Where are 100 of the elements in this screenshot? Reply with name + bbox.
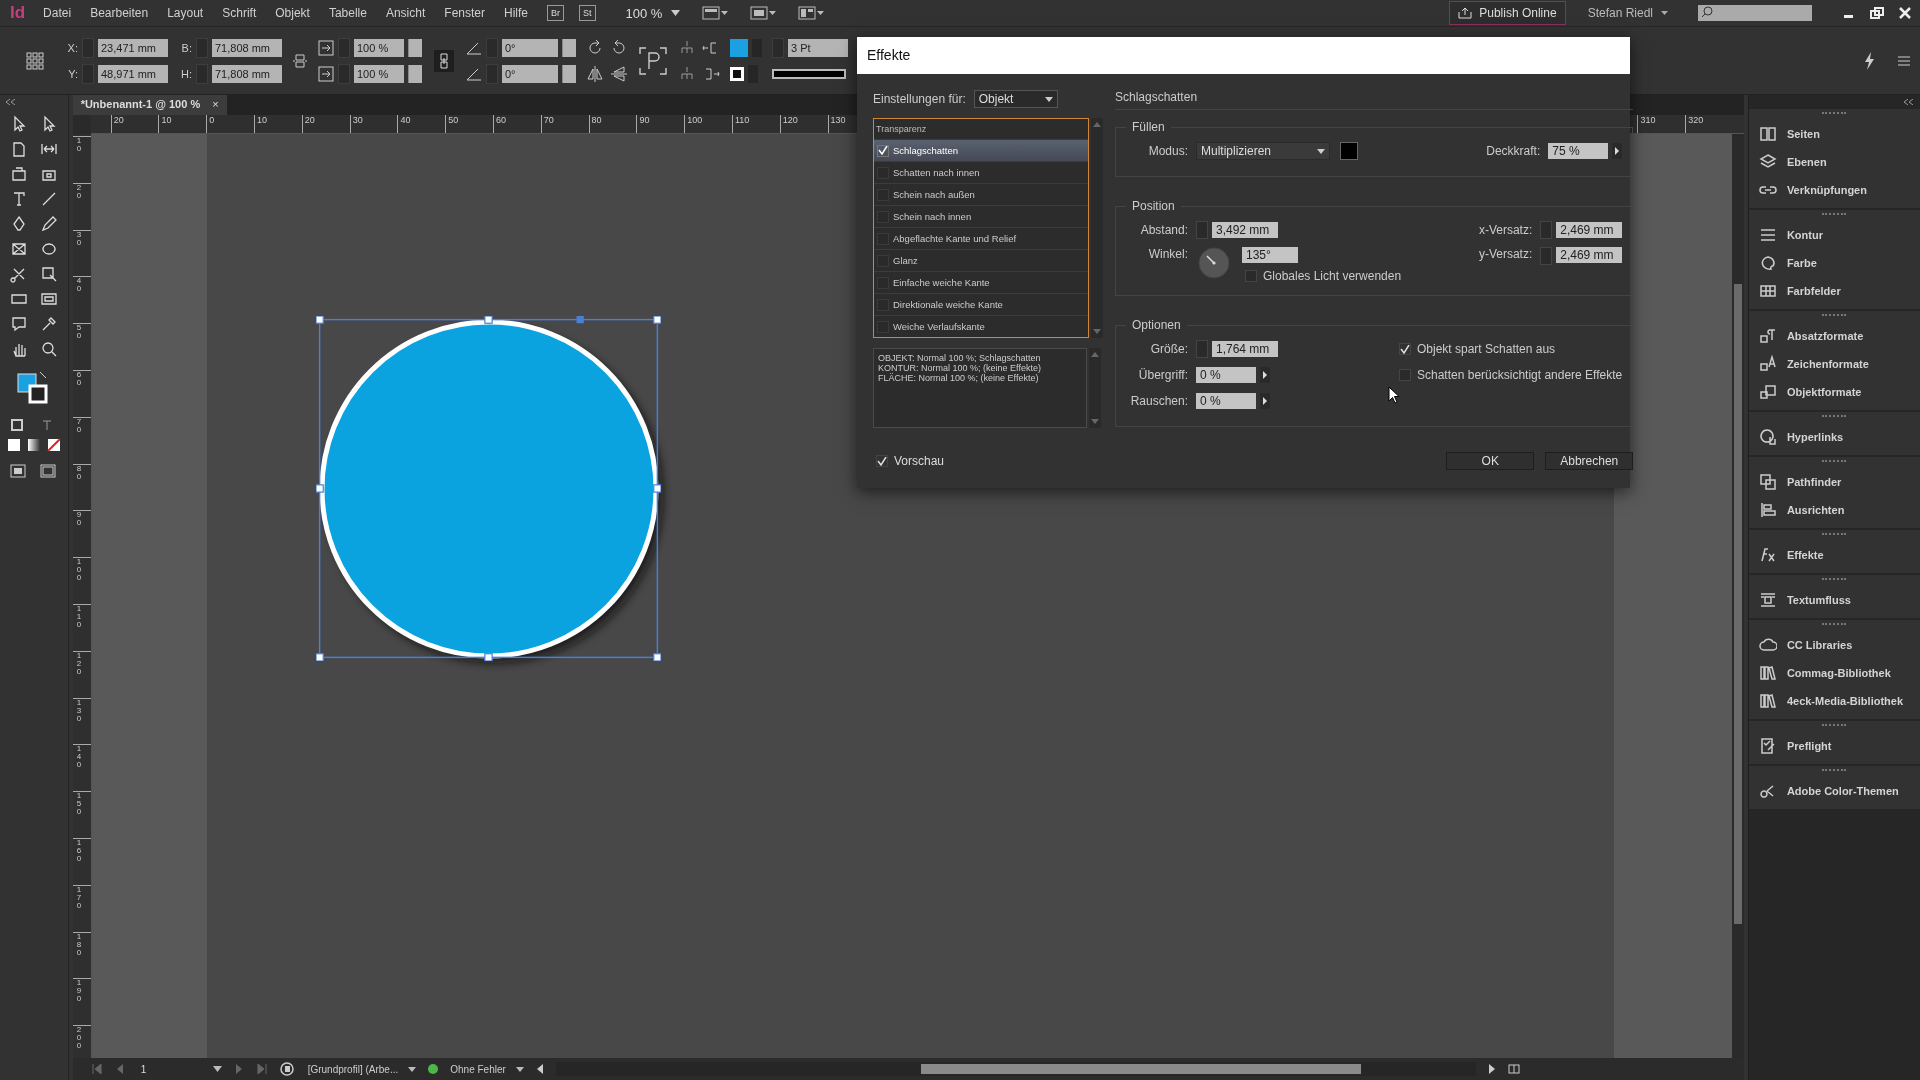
checkbox[interactable] [877, 144, 889, 157]
formatting-container-icon[interactable] [9, 418, 24, 432]
summary-scrollbar[interactable] [1089, 348, 1101, 428]
panel-item[interactable]: Zeichenformate [1748, 350, 1920, 378]
noise-field[interactable]: 0 % [1196, 393, 1256, 409]
preflight-status-menu[interactable]: Ohne Fehler [450, 1063, 524, 1075]
panel-item[interactable]: Absatzformate [1748, 322, 1920, 350]
menu-item[interactable]: Hilfe [504, 6, 528, 20]
position-field[interactable]: 48,971 mm [98, 64, 168, 83]
first-page-icon[interactable] [90, 1064, 103, 1074]
arrange-documents-icon[interactable] [798, 6, 825, 20]
zoom-tool-icon[interactable] [39, 340, 58, 358]
menu-item[interactable]: Tabelle [328, 6, 367, 20]
global-light-checkbox[interactable]: Globales Licht verwenden [1242, 269, 1402, 283]
split-window-icon[interactable] [1507, 1064, 1520, 1074]
lightning-icon[interactable] [1862, 50, 1876, 71]
menu-item[interactable]: Datei [43, 6, 72, 20]
size-field[interactable]: 71,808 mm [212, 38, 282, 57]
effect-item[interactable]: Einfache weiche Kante [874, 271, 1088, 293]
collapse-icon[interactable] [1904, 99, 1914, 105]
effect-item[interactable]: Schatten nach innen [874, 161, 1088, 183]
position-field[interactable]: 23,471 mm [98, 38, 168, 57]
document-tab[interactable]: *Unbenannt-1 @ 100 % × [72, 95, 227, 115]
list-scrollbar[interactable] [1091, 118, 1103, 338]
angle-field[interactable]: 135° [1242, 247, 1298, 263]
y-offset-field[interactable]: 2,469 mm [1556, 247, 1623, 263]
panel-item[interactable]: CC Libraries [1748, 631, 1920, 659]
panel-item[interactable]: Verknüpfungen [1748, 176, 1920, 204]
effect-item[interactable]: Weiche Verlaufskante [874, 315, 1088, 337]
flip-vertical-icon[interactable] [610, 64, 628, 83]
panel-item[interactable]: Pathfinder [1748, 468, 1920, 496]
normal-view-icon[interactable] [9, 464, 26, 478]
fill-swatch[interactable] [730, 38, 748, 57]
scroll-right-icon[interactable] [1487, 1064, 1496, 1074]
shadow-color-swatch[interactable] [1340, 142, 1358, 160]
effect-item[interactable]: Schlagschatten [874, 139, 1088, 161]
user-menu[interactable]: Stefan Riedl [1587, 6, 1668, 20]
next-page-icon[interactable] [233, 1064, 244, 1074]
close-icon[interactable] [1898, 7, 1912, 19]
stroke-weight-field[interactable]: 3 Pt [788, 38, 848, 57]
screen-mode-icon[interactable] [750, 6, 777, 20]
dropdown-arrow-icon[interactable] [212, 1066, 222, 1072]
option-checkbox[interactable]: Schatten berücksichtigt andere Effekte [1396, 362, 1623, 388]
free-transform-icon[interactable] [39, 265, 58, 283]
scale-field[interactable]: 100 % [354, 64, 404, 83]
chain-link-icon[interactable] [434, 49, 454, 72]
x-offset-field[interactable]: 2,469 mm [1556, 222, 1623, 238]
document-open-icon[interactable] [279, 1062, 296, 1076]
apply-none-icon[interactable] [46, 438, 61, 452]
menu-icon[interactable] [1898, 55, 1910, 66]
publish-online-button[interactable]: Publish Online [1449, 1, 1566, 25]
angle-dial[interactable] [1198, 247, 1230, 279]
menu-item[interactable]: Schrift [222, 6, 257, 20]
horizontal-scrollbar[interactable] [555, 1062, 1476, 1076]
panel-item[interactable]: Ebenen [1748, 148, 1920, 176]
gradient-feather-icon[interactable] [39, 290, 58, 308]
preview-checkbox[interactable]: Vorschau [873, 454, 945, 468]
pencil-tool-icon[interactable] [39, 215, 58, 233]
ellipse-tool-icon[interactable] [39, 240, 58, 258]
panel-item[interactable]: Seiten [1748, 120, 1920, 148]
opacity-field[interactable]: 75 % [1548, 143, 1609, 159]
content-collector-icon[interactable] [9, 165, 28, 183]
rotate-clockwise-icon[interactable] [586, 38, 604, 57]
menu-item[interactable]: Ansicht [385, 6, 426, 20]
panel-item[interactable]: Objektformate [1748, 378, 1920, 406]
effect-item[interactable]: Schein nach innen [874, 205, 1088, 227]
panel-item[interactable]: Commag-Bibliothek [1748, 659, 1920, 687]
collapse-icon[interactable] [6, 99, 16, 105]
scroll-left-icon[interactable] [535, 1064, 544, 1074]
effect-item[interactable]: Glanz [874, 249, 1088, 271]
effect-item[interactable]: Schein nach außen [874, 183, 1088, 205]
scroll-up-icon[interactable] [1091, 352, 1099, 357]
effect-item[interactable]: Abgeflachte Kante und Relief [874, 227, 1088, 249]
stock-button[interactable]: St [579, 5, 596, 21]
constrain-proportions-icon[interactable] [292, 51, 308, 70]
stroke-type-preview[interactable] [772, 68, 846, 79]
option-checkbox[interactable]: Objekt spart Schatten aus [1396, 336, 1556, 362]
stroke-swatch[interactable] [730, 66, 744, 81]
last-page-icon[interactable] [255, 1064, 268, 1074]
path-type-icon[interactable] [638, 45, 668, 76]
menu-item[interactable]: Objekt [275, 6, 310, 20]
angle-field[interactable]: 0° [502, 64, 558, 83]
scale-field[interactable]: 100 % [354, 38, 404, 57]
blend-mode-dropdown[interactable]: Multiplizieren [1196, 142, 1330, 160]
search-field[interactable] [1698, 5, 1812, 21]
note-tool-icon[interactable] [9, 315, 28, 333]
scroll-up-icon[interactable] [1093, 122, 1101, 127]
rectangle-frame-icon[interactable] [9, 240, 28, 258]
apply-gradient-icon[interactable] [26, 438, 41, 452]
panel-item[interactable]: Farbe [1748, 249, 1920, 277]
ok-button[interactable]: OK [1446, 452, 1535, 470]
effect-item[interactable]: Direktionale weiche Kante [874, 293, 1088, 315]
apply-color-icon[interactable] [6, 438, 21, 452]
size-field[interactable]: 1,764 mm [1212, 341, 1278, 357]
screen-mode-icon[interactable] [39, 464, 56, 478]
zoom-dropdown[interactable]: 100 % [625, 5, 681, 21]
panel-item[interactable]: 4eck-Media-Bibliothek [1748, 687, 1920, 715]
settings-dropdown[interactable]: Objekt [973, 90, 1058, 108]
reference-point-icon[interactable] [26, 51, 44, 70]
scroll-down-icon[interactable] [1091, 419, 1099, 424]
